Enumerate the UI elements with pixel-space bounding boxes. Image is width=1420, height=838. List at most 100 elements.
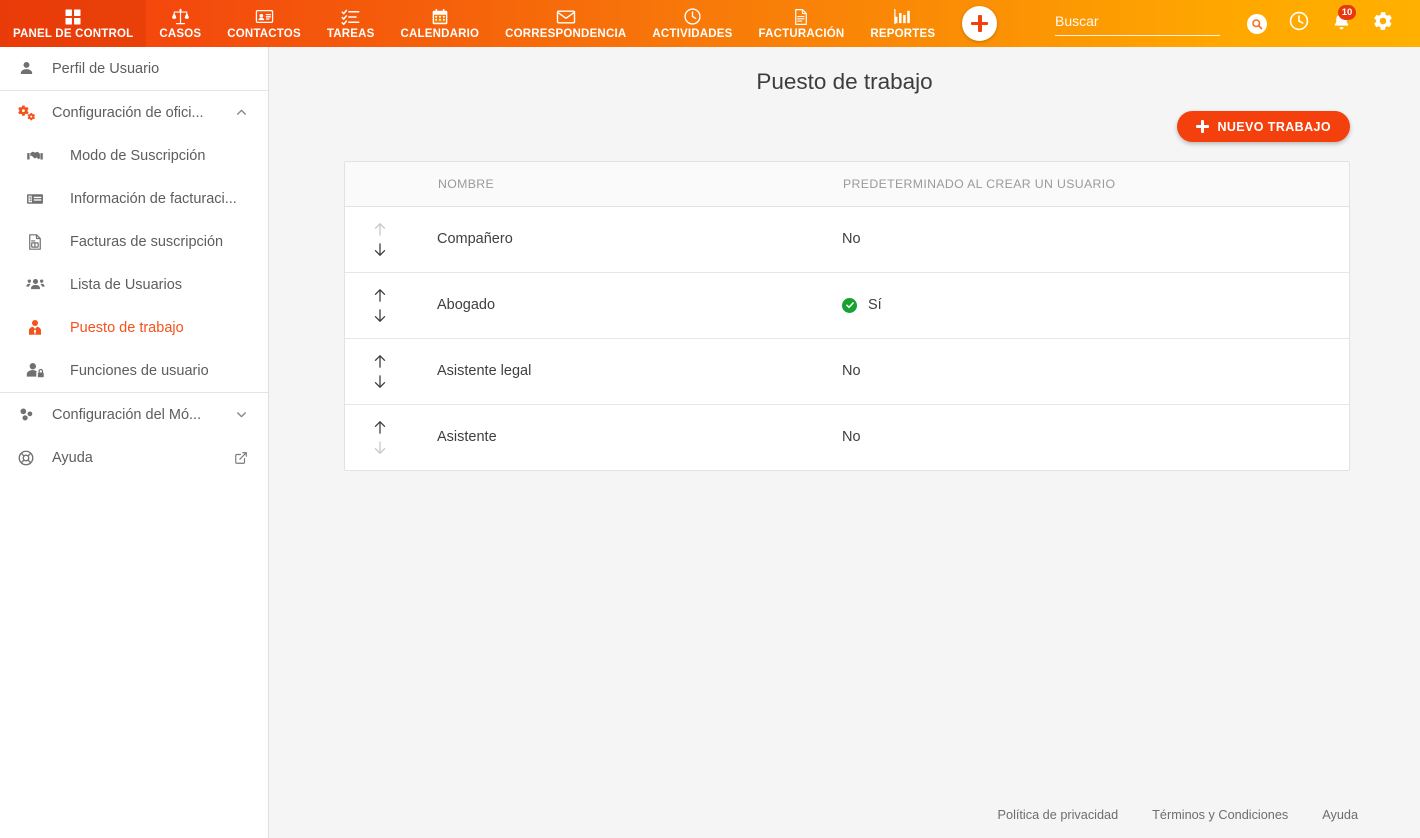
top-nav-item-label: TAREAS [326, 27, 375, 40]
move-up-arrow-icon[interactable] [372, 286, 388, 305]
top-navigation-bar: PANEL DE CONTROL CASOS CONTACTOS TAREAS CALE… [0, 0, 1420, 47]
top-nav-item-label: REPORTES [870, 27, 936, 40]
move-down-arrow-icon [372, 438, 388, 457]
notifications-badge: 10 [1338, 5, 1356, 20]
top-nav-item-label: ACTIVIDADES [652, 27, 733, 40]
chevron-down-icon[interactable] [235, 408, 248, 421]
money-bill-icon: $ [0, 190, 70, 208]
table-row[interactable]: Compañero No [345, 206, 1349, 272]
top-nav-item-reportes[interactable]: REPORTES [857, 0, 948, 47]
sidebar-section-office-settings[interactable]: Configuración de ofici... [0, 91, 268, 134]
check-circle-icon [842, 297, 857, 313]
move-down-arrow-icon[interactable] [372, 372, 388, 391]
table-body: Compañero No Abogado Sí Asistente legal No Asi… [345, 206, 1349, 470]
invoice-document-icon [792, 8, 810, 26]
move-down-arrow-icon[interactable] [372, 306, 388, 325]
new-job-button-label: NUEVO TRABAJO [1217, 119, 1331, 134]
plus-icon [971, 15, 989, 32]
top-nav-item-facturaci-n[interactable]: FACTURACIÓN [746, 0, 858, 47]
clock-icon [1288, 10, 1310, 37]
sidebar-item-label: Información de facturaci... [70, 190, 237, 207]
settings-button[interactable] [1362, 0, 1404, 47]
job-name: Asistente legal [437, 363, 532, 379]
sidebar-item-facturas-de-suscripción[interactable]: Facturas de suscripción [0, 220, 268, 263]
sidebar-item-puesto-de-trabajo[interactable]: Puesto de trabajo [0, 306, 268, 349]
job-name: Asistente [437, 429, 497, 446]
table-row[interactable]: Asistente No [345, 404, 1349, 470]
top-nav-item-correspondencia[interactable]: CORRESPONDENCIA [492, 0, 639, 47]
sidebar-item-información-de-facturaci-[interactable]: $ Información de facturaci... [0, 177, 268, 220]
top-nav-item-label: PANEL DE CONTROL [13, 27, 134, 40]
dashboard-grid-icon [64, 8, 82, 26]
top-nav-item-casos[interactable]: CASOS [146, 0, 214, 47]
top-nav-item-actividades[interactable]: ACTIVIDADES [639, 0, 745, 47]
table-row[interactable]: Asistente legal No [345, 338, 1349, 404]
column-header-order [345, 162, 437, 207]
sidebar-item-user-profile[interactable]: Perfil de Usuario [0, 47, 268, 90]
cogs-icon [0, 103, 52, 122]
row-default-cell: No [842, 338, 1349, 404]
top-nav-item-calendario[interactable]: CALENDARIO [387, 0, 492, 47]
job-positions-table: NOMBRE PREDETERMINADO AL CREAR UN USUARI… [345, 162, 1349, 470]
chevron-up-icon[interactable] [235, 106, 248, 119]
sidebar-item-label: Modo de Suscripción [70, 147, 206, 164]
user-tie-icon [0, 319, 70, 337]
job-positions-table-container: NOMBRE PREDETERMINADO AL CREAR UN USUARI… [344, 161, 1350, 471]
users-icon [0, 275, 70, 294]
recent-activity-button[interactable] [1278, 0, 1320, 47]
top-nav-right-tools: 10 [1055, 0, 1420, 47]
bar-chart-icon [893, 8, 912, 26]
clock-icon [683, 8, 702, 26]
envelope-icon [556, 8, 576, 26]
move-up-arrow-icon[interactable] [372, 352, 388, 371]
checklist-icon [341, 8, 360, 26]
add-new-button[interactable] [962, 6, 998, 41]
contact-card-icon [255, 8, 274, 26]
default-value: No [842, 429, 861, 446]
footer-link-ayuda[interactable]: Ayuda [1322, 808, 1358, 822]
top-nav-item-contactos[interactable]: CONTACTOS [214, 0, 314, 47]
sidebar-item-label: Facturas de suscripción [70, 233, 224, 250]
search-input[interactable] [1055, 11, 1220, 36]
table-header-row: NOMBRE PREDETERMINADO AL CREAR UN USUARI… [345, 162, 1349, 207]
new-job-button[interactable]: NUEVO TRABAJO [1177, 111, 1350, 142]
life-ring-icon [0, 449, 52, 467]
row-default-cell: No [842, 206, 1349, 272]
sidebar-item-lista-de-usuarios[interactable]: Lista de Usuarios [0, 263, 268, 306]
top-nav-item-label: FACTURACIÓN [758, 27, 845, 40]
notifications-button[interactable]: 10 [1320, 0, 1362, 47]
footer-link-términos-y-condiciones[interactable]: Términos y Condiciones [1152, 808, 1288, 822]
row-order-controls [345, 404, 437, 470]
search-submit-button[interactable] [1236, 0, 1278, 47]
sidebar-item-label: Puesto de trabajo [70, 319, 184, 336]
move-up-arrow-icon[interactable] [372, 418, 388, 437]
row-order-controls [345, 338, 437, 404]
sidebar-item-modo-de-suscripción[interactable]: Modo de Suscripción [0, 134, 268, 177]
top-nav-item-tareas[interactable]: TAREAS [314, 0, 388, 47]
top-nav-item-label: CONTACTOS [227, 27, 301, 40]
job-name: Compañero [437, 231, 513, 247]
search-icon [1247, 13, 1267, 34]
handshake-icon [0, 147, 70, 165]
column-header-name: NOMBRE [437, 162, 842, 207]
external-link-icon[interactable] [234, 451, 248, 465]
main-content: Puesto de trabajo NUEVO TRABAJO NOMBRE P… [269, 47, 1420, 838]
top-nav-item-panel-de-control[interactable]: PANEL DE CONTROL [0, 0, 147, 47]
column-header-default: PREDETERMINADO AL CREAR UN USUARIO [842, 162, 1349, 207]
sidebar-section-module-settings[interactable]: Configuración del Mó... [0, 393, 268, 436]
action-bar: NUEVO TRABAJO [269, 95, 1420, 142]
sidebar-section-label: Configuración de ofici... [52, 104, 204, 121]
footer-link-política-de-privacidad[interactable]: Política de privacidad [998, 808, 1119, 822]
sidebar-item-funciones-de-usuario[interactable]: Funciones de usuario [0, 349, 268, 392]
top-nav-item-label: CASOS [159, 27, 202, 40]
row-name-cell: Asistente [437, 404, 842, 470]
move-down-arrow-icon[interactable] [372, 240, 388, 259]
row-name-cell: Abogado [437, 272, 842, 338]
sidebar-item-label: Ayuda [52, 449, 93, 466]
table-row[interactable]: Abogado Sí [345, 272, 1349, 338]
top-nav-item-label: CORRESPONDENCIA [505, 27, 627, 40]
sidebar-item-help[interactable]: Ayuda [0, 436, 268, 479]
sidebar-item-label: Funciones de usuario [70, 362, 209, 379]
row-default-cell: Sí [842, 272, 1349, 338]
table-header: NOMBRE PREDETERMINADO AL CREAR UN USUARI… [345, 162, 1349, 207]
